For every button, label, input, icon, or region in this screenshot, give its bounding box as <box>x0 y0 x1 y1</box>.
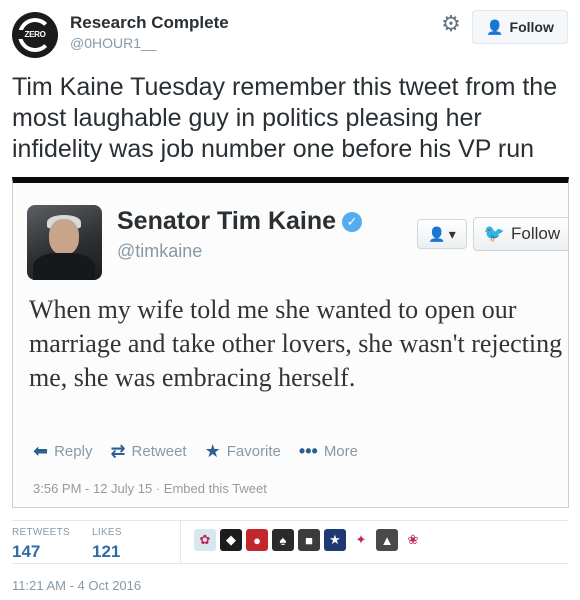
stats-divider <box>180 521 181 564</box>
author-names: Research Complete @0HOUR1__ <box>70 13 229 51</box>
tweet-timestamp[interactable]: 11:21 AM - 4 Oct 2016 <box>12 578 141 593</box>
retweets-count: 147 <box>12 542 41 561</box>
liker-avatars: ✿ ◆ ● ♠ ■ ★ ✦ ▲ ❀ <box>194 529 424 551</box>
favorite-label: Favorite <box>226 443 281 460</box>
author-avatar[interactable]: ZERO <box>12 12 58 58</box>
embedded-handle: @timkaine <box>117 241 203 261</box>
more-action: ••• More <box>299 441 358 462</box>
favorite-action: ★ Favorite <box>205 441 281 462</box>
embedded-avatar <box>27 205 102 280</box>
more-dots-icon: ••• <box>298 441 318 461</box>
liker-avatar-7[interactable]: ✦ <box>350 529 372 551</box>
embedded-actions: ⬅ Reply ⇄ Retweet ★ Favorite ••• More <box>33 441 358 462</box>
liker-avatar-3[interactable]: ● <box>246 529 268 551</box>
liker-avatar-6[interactable]: ★ <box>324 529 346 551</box>
retweet-action: ⇄ Retweet <box>110 441 186 462</box>
liker-avatar-9[interactable]: ❀ <box>402 529 424 551</box>
embedded-follow-label: Follow <box>511 224 561 243</box>
liker-avatar-5[interactable]: ■ <box>298 529 320 551</box>
embedded-meta: 3:56 PM - 12 July 15 · Embed this Tweet <box>33 481 267 496</box>
liker-avatar-2[interactable]: ◆ <box>220 529 242 551</box>
reply-icon: ⬅ <box>33 441 49 461</box>
likes-count: 121 <box>92 542 121 561</box>
tweet-stats: RETWEETS 147 LIKES 121 ✿ ◆ ● ♠ ■ ★ ✦ ▲ ❀ <box>12 520 568 564</box>
reply-label: Reply <box>54 443 93 460</box>
liker-avatar-8[interactable]: ▲ <box>376 529 398 551</box>
retweet-icon: ⇄ <box>110 441 126 461</box>
avatar-face <box>49 219 79 255</box>
gear-icon[interactable]: ⚙ <box>440 13 462 35</box>
twitter-bird-icon: 🐦 <box>483 224 506 243</box>
liker-avatar-1[interactable]: ✿ <box>194 529 216 551</box>
embedded-tweet-text: When my wife told me she wanted to open … <box>29 295 563 392</box>
author-handle[interactable]: @0HOUR1__ <box>70 35 229 51</box>
reply-action: ⬅ Reply <box>33 441 92 462</box>
tweet-text: Tim Kaine Tuesday remember this tweet fr… <box>12 73 558 163</box>
user-icon: 👤 <box>428 225 446 242</box>
add-user-icon: 👤 <box>486 18 504 35</box>
chevron-down-icon: ▾ <box>448 225 456 242</box>
retweets-stat[interactable]: RETWEETS 147 <box>12 527 70 562</box>
embedded-tweet-image[interactable]: Senator Tim Kaine ✓ @timkaine 👤 ▾ 🐦 Follo… <box>12 177 569 508</box>
follow-button[interactable]: 👤 Follow <box>472 10 568 44</box>
avatar-logo-text: ZERO <box>18 30 52 39</box>
follow-label: Follow <box>509 19 554 35</box>
likes-stat[interactable]: LIKES 121 <box>92 527 122 562</box>
retweet-label: Retweet <box>131 443 187 460</box>
avatar-suit <box>33 253 95 280</box>
author-display-name[interactable]: Research Complete <box>70 13 229 33</box>
more-label: More <box>323 443 358 460</box>
liker-avatar-4[interactable]: ♠ <box>272 529 294 551</box>
user-dropdown-button: 👤 ▾ <box>417 219 467 249</box>
retweets-label: RETWEETS <box>12 527 70 538</box>
embedded-display-name: Senator Tim Kaine ✓ <box>117 207 363 236</box>
tweet-header: ZERO Research Complete @0HOUR1__ ⚙ 👤 Fol… <box>12 10 568 58</box>
star-icon: ★ <box>204 441 221 461</box>
likes-label: LIKES <box>92 527 122 538</box>
embedded-name-text: Senator Tim Kaine <box>117 207 337 235</box>
embedded-follow-button: 🐦 Follow <box>473 217 568 251</box>
verified-badge-icon: ✓ <box>342 212 363 232</box>
